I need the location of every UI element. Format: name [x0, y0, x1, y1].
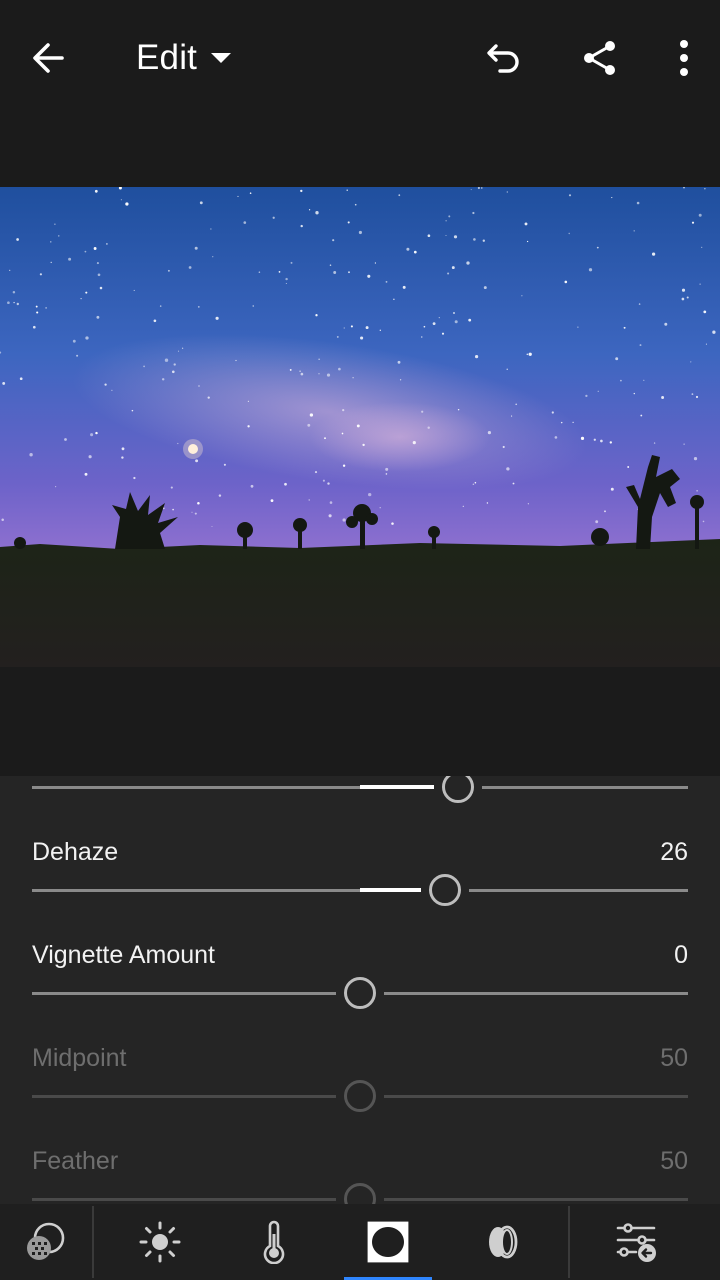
- back-button[interactable]: [22, 32, 74, 84]
- presets-tool-button[interactable]: [592, 1204, 680, 1280]
- toolbar-divider: [568, 1206, 570, 1278]
- slider-thumb[interactable]: [344, 977, 376, 1009]
- photo-preview[interactable]: [0, 187, 720, 667]
- dehaze-slider-row: Dehaze 26: [0, 838, 720, 908]
- selective-tool-button[interactable]: [0, 1204, 92, 1280]
- slider-label: Midpoint: [32, 1044, 127, 1072]
- selective-edit-icon: [27, 1222, 65, 1260]
- midpoint-slider-track: [32, 1080, 688, 1112]
- edit-tools-toolbar: [0, 1204, 720, 1280]
- more-vertical-icon: [680, 40, 688, 76]
- color-tool-button[interactable]: [230, 1204, 318, 1280]
- dehaze-slider-track[interactable]: [32, 874, 688, 906]
- back-arrow-icon: [33, 43, 64, 73]
- slider-thumb[interactable]: [442, 776, 475, 803]
- slider-thumb[interactable]: [429, 874, 462, 906]
- share-button[interactable]: [574, 32, 626, 84]
- vignette-amount-slider-track[interactable]: [32, 977, 688, 1009]
- light-icon: [139, 1221, 181, 1263]
- color-temperature-icon: [263, 1220, 285, 1264]
- light-tool-button[interactable]: [116, 1204, 204, 1280]
- feather-slider-track: [32, 1183, 688, 1204]
- clarity-slider-row: [0, 776, 720, 806]
- slider-value: 26: [660, 838, 688, 866]
- slider-value: 50: [660, 1147, 688, 1175]
- night-sky-photo: [0, 187, 720, 667]
- detail-lens-icon: [489, 1225, 518, 1259]
- slider-thumb: [344, 1080, 376, 1112]
- chevron-down-icon: [211, 53, 232, 63]
- effects-panel: Dehaze 26 Vignette Amount 0 Midpoint 50 …: [0, 776, 720, 1204]
- page-title: Edit: [136, 38, 198, 77]
- feather-slider-row: Feather 50: [0, 1147, 720, 1204]
- effects-tool-button[interactable]: [344, 1204, 432, 1280]
- slider-label: Feather: [32, 1147, 119, 1175]
- undo-icon: [487, 44, 519, 73]
- slider-label: Dehaze: [32, 838, 119, 866]
- slider-track[interactable]: [32, 776, 688, 803]
- edit-mode-dropdown[interactable]: Edit: [136, 34, 232, 82]
- canvas-background: [0, 667, 720, 776]
- slider-value: 50: [660, 1044, 688, 1072]
- undo-button[interactable]: [478, 32, 530, 84]
- slider-value: 0: [674, 941, 688, 969]
- more-options-button[interactable]: [660, 32, 708, 84]
- slider-thumb: [344, 1183, 376, 1204]
- effects-vignette-icon: [367, 1221, 409, 1263]
- midpoint-slider-row: Midpoint 50: [0, 1044, 720, 1114]
- presets-adjust-icon: [616, 1223, 656, 1262]
- top-app-bar: Edit: [0, 0, 720, 187]
- detail-tool-button[interactable]: [458, 1204, 546, 1280]
- vignette-amount-slider-row: Vignette Amount 0: [0, 941, 720, 1011]
- toolbar-divider: [92, 1206, 94, 1278]
- share-icon: [584, 41, 615, 75]
- slider-label: Vignette Amount: [32, 941, 216, 969]
